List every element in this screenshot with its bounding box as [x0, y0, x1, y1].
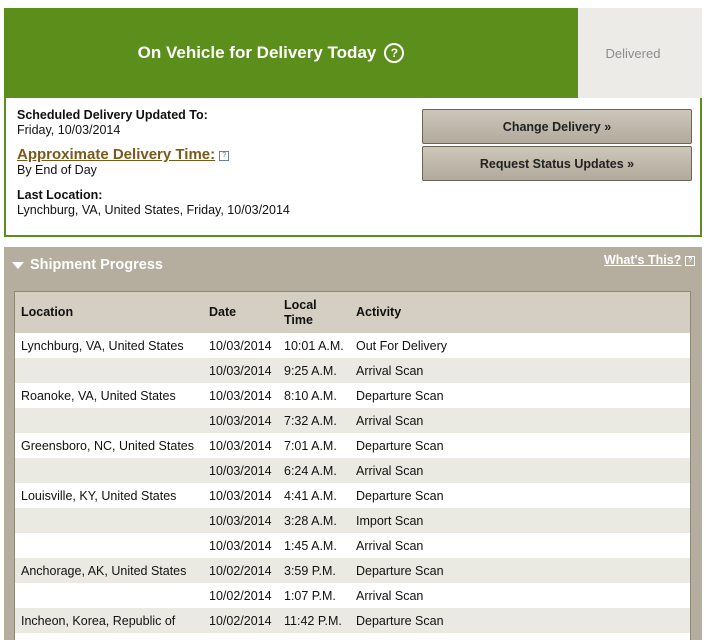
scheduled-delivery-label: Scheduled Delivery Updated To:: [17, 108, 208, 122]
table-row: Greensboro, NC, United States 10/03/2014 7…: [15, 433, 690, 458]
cell-date: 10/03/2014: [209, 363, 272, 378]
cell-location: Greensboro, NC, United States: [21, 438, 194, 453]
table-row: Incheon, Korea, Republic of 10/02/2014 11:…: [15, 608, 690, 633]
table-row: 10/03/2014 1:45 A.M. Arrival Scan: [15, 533, 690, 558]
shipment-progress-panel: Shipment Progress What's This?? Location…: [4, 247, 702, 640]
cell-date: 10/02/2014: [209, 613, 272, 628]
cell-location: [15, 508, 203, 533]
cell-date: 10/03/2014: [209, 338, 272, 353]
cell-activity: Departure Scan: [356, 388, 444, 403]
cell-date: 10/02/2014: [209, 588, 272, 603]
status-current-step: On Vehicle for Delivery Today ?: [4, 8, 578, 98]
change-delivery-button[interactable]: Change Delivery »: [422, 109, 692, 144]
table-header-row: Location Date Local Time Activity: [15, 292, 690, 333]
cell-time: 1:07 P.M.: [284, 588, 336, 603]
status-progress-bar: On Vehicle for Delivery Today ? Delivere…: [4, 8, 702, 98]
table-row: Lynchburg, VA, United States 10/03/2014 10…: [15, 333, 690, 358]
delivery-info: Scheduled Delivery Updated To: Friday, 1…: [17, 108, 290, 218]
cell-location: [15, 583, 203, 608]
cell-location: Lynchburg, VA, United States: [21, 338, 184, 353]
cell-location: [15, 408, 203, 433]
cell-location: Louisville, KY, United States: [21, 488, 177, 503]
table-row: Anchorage, AK, United States 10/02/2014 3:…: [15, 558, 690, 583]
info-icon[interactable]: ?: [685, 255, 696, 266]
whats-this-link[interactable]: What's This?: [604, 253, 681, 267]
cell-location: Anchorage, AK, United States: [21, 563, 187, 578]
table-row: 10/03/2014 9:25 A.M. Arrival Scan: [15, 358, 690, 383]
table-row: 10/03/2014 3:28 A.M. Import Scan: [15, 508, 690, 533]
cell-date: 10/03/2014: [209, 438, 272, 453]
cell-date: 10/03/2014: [209, 413, 272, 428]
cell-date: 10/03/2014: [209, 513, 272, 528]
cell-time: 11:42 P.M.: [284, 613, 342, 628]
cell-time: 10:01 A.M.: [284, 338, 344, 353]
delivery-status-card: On Vehicle for Delivery Today ? Delivere…: [4, 8, 702, 237]
cell-date: 10/03/2014: [209, 488, 272, 503]
cell-activity: Arrival Scan: [356, 413, 424, 428]
shipment-progress-header[interactable]: Shipment Progress What's This??: [4, 247, 702, 281]
table-row: Roanoke, VA, United States 10/03/2014 8:10…: [15, 383, 690, 408]
cell-activity: Departure Scan: [356, 488, 444, 503]
cell-time: 3:59 P.M.: [284, 563, 336, 578]
request-status-updates-button[interactable]: Request Status Updates »: [422, 146, 692, 181]
cell-activity: Out For Delivery: [356, 338, 447, 353]
cell-activity: Departure Scan: [356, 438, 444, 453]
cell-time: 8:10 A.M.: [284, 388, 337, 403]
table-row: 10/02/2014 1:07 P.M. Arrival Scan: [15, 583, 690, 608]
cell-date: 10/03/2014: [209, 463, 272, 478]
table-row: Louisville, KY, United States 10/03/2014 4…: [15, 483, 690, 508]
approximate-delivery-value: By End of Day: [17, 163, 97, 177]
table-row: 10/03/2014 6:24 A.M. Arrival Scan: [15, 458, 690, 483]
cell-activity: Departure Scan: [356, 613, 444, 628]
status-next-label: Delivered: [605, 45, 661, 61]
cell-activity: Import Scan: [356, 513, 424, 528]
cell-time: 4:41 A.M.: [284, 488, 337, 503]
column-header-activity: Activity: [356, 305, 402, 319]
cell-time: 3:28 A.M.: [284, 513, 337, 528]
cell-activity: Arrival Scan: [356, 538, 424, 553]
table-row: 10/03/2014 7:32 A.M. Arrival Scan: [15, 408, 690, 433]
cell-date: 10/02/2014: [209, 563, 272, 578]
cell-activity: Arrival Scan: [356, 363, 424, 378]
last-location-label: Last Location:: [17, 188, 103, 202]
cell-location: Roanoke, VA, United States: [21, 388, 176, 403]
scheduled-delivery-value: Friday, 10/03/2014: [17, 123, 121, 137]
cell-location: [15, 458, 203, 483]
status-current-label: On Vehicle for Delivery Today: [137, 43, 377, 62]
cell-time: 6:24 A.M.: [284, 463, 337, 478]
cell-time: 7:32 A.M.: [284, 413, 337, 428]
column-header-location: Location: [21, 305, 74, 319]
cell-location: [15, 358, 203, 383]
cell-location: [15, 533, 203, 558]
collapse-triangle-icon[interactable]: [12, 262, 24, 269]
cell-time: 1:45 A.M.: [284, 538, 337, 553]
cell-activity: Departure Scan: [356, 563, 444, 578]
cell-location: Incheon, Korea, Republic of: [21, 613, 176, 628]
info-icon[interactable]: ?: [219, 150, 230, 161]
cell-time: 9:25 A.M.: [284, 363, 337, 378]
column-header-local-time: Local Time: [284, 297, 317, 327]
cell-activity: Arrival Scan: [356, 588, 424, 603]
column-header-date: Date: [209, 305, 237, 319]
approximate-delivery-link[interactable]: Approximate Delivery Time:: [17, 147, 215, 162]
cell-activity: Arrival Scan: [356, 463, 424, 478]
help-icon[interactable]: ?: [384, 43, 405, 63]
last-location-value: Lynchburg, VA, United States, Friday, 10…: [17, 203, 290, 217]
cell-date: 10/03/2014: [209, 538, 272, 553]
shipment-progress-title: Shipment Progress: [30, 257, 163, 273]
shipment-progress-table: Location Date Local Time Activity Lynchbu…: [14, 291, 691, 640]
cell-time: 7:01 A.M.: [284, 438, 337, 453]
cell-date: 10/03/2014: [209, 388, 272, 403]
